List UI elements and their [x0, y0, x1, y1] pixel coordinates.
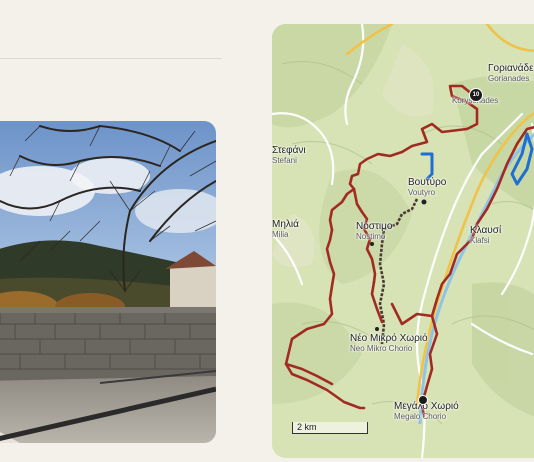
map-label-greek: Μηλιά: [272, 219, 299, 230]
map-label-latin: Stefani: [272, 156, 297, 165]
map-label-milia: Μηλιά Milia: [272, 220, 299, 239]
map-label-voutyro: Βουτύρο Voutyro: [408, 178, 446, 197]
map-label-latin: Megalo Chorio: [394, 412, 447, 421]
map-label-latin: Neo Mikro Chorio: [350, 344, 413, 353]
start-marker[interactable]: [418, 395, 428, 405]
map-label-greek: Γοριανάδες: [488, 63, 534, 74]
map-label-latin: Klafsi: [470, 236, 490, 245]
map-label-nostimo: Νόστιμο Nostimo: [356, 222, 392, 241]
trail-photo[interactable]: [0, 121, 216, 443]
route-map[interactable]: Γοριανάδες Gorianades Koryschades Στεφάν…: [272, 24, 534, 458]
map-scale-bar: 2 km: [292, 422, 368, 434]
map-label-greek: Στεφάνι: [272, 145, 306, 156]
map-label-stefani: Στεφάνι Stefani: [272, 146, 306, 165]
map-label-latin: Gorianades: [488, 74, 530, 83]
map-label-latin: Voutyro: [408, 188, 436, 197]
section-divider: [0, 58, 222, 59]
map-label-latin: Milia: [272, 230, 289, 239]
page: Γοριανάδες Gorianades Koryschades Στεφάν…: [0, 0, 534, 462]
map-label-gorianades: Γοριανάδες Gorianades: [488, 64, 534, 83]
map-label-megalo-chorio: Μεγάλο Χωριό Megalo Chorio: [394, 402, 459, 421]
map-label-greek: Νόστιμο: [356, 221, 393, 232]
waypoint-marker[interactable]: 10: [469, 88, 483, 102]
map-label-klafsi: Κλαυσί Klafsi: [470, 226, 501, 245]
map-label-greek: Βουτύρο: [408, 177, 447, 188]
map-label-neo-mikro-chorio: Νέο Μικρό Χωριό Neo Mikro Chorio: [350, 334, 428, 353]
map-label-greek: Νέο Μικρό Χωριό: [350, 333, 428, 344]
map-label-latin: Nostimo: [356, 232, 386, 241]
photo-image: [0, 121, 216, 443]
map-label-greek: Κλαυσί: [470, 225, 502, 236]
